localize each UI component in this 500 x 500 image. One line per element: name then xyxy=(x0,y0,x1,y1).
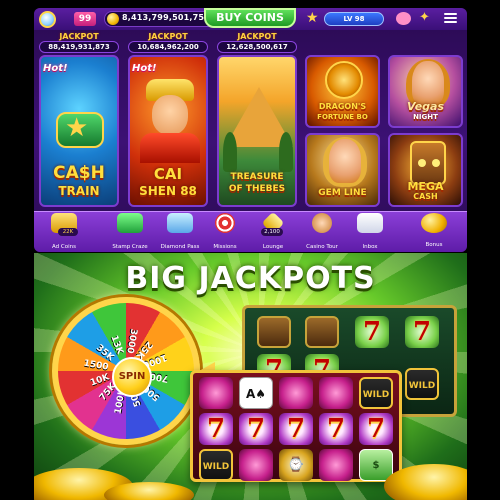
promo-banner: BIG JACKPOTS 100K 75K 10K 1500 35K 13K 3… xyxy=(34,253,467,500)
star-icon: ★ xyxy=(306,10,319,26)
game-title: GEM LINE xyxy=(318,188,367,198)
game-title: CAI xyxy=(153,165,183,183)
player-level-bar: LV 98 xyxy=(324,12,384,26)
game-title: Vegas xyxy=(406,100,445,113)
game-title: TREASURE xyxy=(230,172,284,182)
buy-coins-button[interactable]: BUY COINS xyxy=(204,8,296,28)
dragon-emblem xyxy=(325,61,363,99)
game-title: CA$H xyxy=(53,163,105,183)
game-subtitle: TRAIN xyxy=(58,184,100,198)
palm-graphic xyxy=(279,132,293,172)
hot-badge: Hot! xyxy=(43,63,68,74)
gem-symbol xyxy=(319,377,353,409)
slot-reels-front: A♠ WILD 7 7 7 7 7 WILD ⌚ $ xyxy=(190,370,402,482)
game-tile-vegas-night[interactable]: Vegas NIGHT xyxy=(388,55,463,128)
nav-label: Casino Tour xyxy=(306,244,338,250)
seven-symbol: 7 xyxy=(279,413,313,445)
diamond-pass-icon xyxy=(167,213,193,233)
gem-symbol xyxy=(199,377,233,409)
nav-item-casino-tour[interactable]: Casino Tour xyxy=(296,213,348,250)
game-subtitle: SHEN 88 xyxy=(139,184,197,198)
star-icon: ★ xyxy=(65,113,89,143)
nav-item-bonus[interactable]: Bonus xyxy=(414,242,454,248)
watch-symbol: ⌚ xyxy=(279,449,313,481)
jackpot-label: JACKPOT xyxy=(148,32,188,41)
game-tile-mega-cash[interactable]: MEGA CASH xyxy=(388,133,463,207)
nav-label: Lounge xyxy=(262,244,284,250)
game-subtitle: NIGHT xyxy=(413,113,438,121)
wild-symbol: WILD xyxy=(199,449,233,481)
jackpot-label: JACKPOT xyxy=(237,32,277,41)
palm-graphic xyxy=(223,132,237,172)
nav-item-stamp-craze[interactable]: Stamp Craze xyxy=(104,213,156,250)
game-tile-cai-shen[interactable]: Hot! CAI SHEN 88 xyxy=(128,55,208,207)
game-title: DRAGON'S xyxy=(318,102,367,111)
game-tile-dragons-fortune[interactable]: DRAGON'S FORTUNE BO xyxy=(305,55,380,128)
nav-label: Inbox xyxy=(362,244,378,250)
casino-host-icon xyxy=(312,213,332,233)
game-lobby-screenshot: 99 8,413,799,501,751 BUY COINS ★ LV 98 ✦… xyxy=(34,8,467,252)
coin-icon xyxy=(107,13,119,25)
nav-label: Stamp Craze xyxy=(112,244,148,250)
vip-level-badge: 99 xyxy=(74,12,96,26)
spin-button[interactable]: SPIN xyxy=(112,357,152,397)
lounge-count: 2,100 xyxy=(261,228,283,236)
game-tile-treasure-of-thebes[interactable]: TREASURE OF THEBES xyxy=(217,55,297,207)
game-tile-cash-train[interactable]: Hot! ★ CA$H TRAIN xyxy=(39,55,119,207)
seven-symbol: 7 xyxy=(199,413,233,445)
bonus-coins-icon[interactable] xyxy=(421,213,447,233)
gem-symbol xyxy=(239,449,273,481)
nav-item-inbox[interactable]: Inbox xyxy=(344,213,396,250)
target-icon xyxy=(215,213,235,233)
mask-symbol xyxy=(257,316,291,348)
coin-balance-value: 8,413,799,501,751 xyxy=(122,13,210,22)
gem-symbol xyxy=(319,449,353,481)
seven-symbol: 7 xyxy=(319,413,353,445)
nav-item-missions[interactable]: Missions xyxy=(199,213,251,250)
jackpot-label: JACKPOT xyxy=(59,32,99,41)
hot-badge: Hot! xyxy=(132,63,157,74)
seven-symbol: 7 xyxy=(405,316,439,348)
player-avatar[interactable] xyxy=(39,11,56,28)
envelope-icon xyxy=(357,213,383,233)
wild-symbol: WILD xyxy=(405,368,439,400)
jackpot-value: 88,419,931,873 xyxy=(39,41,119,53)
jackpot-value: 12,628,500,617 xyxy=(217,41,297,53)
seven-symbol: 7 xyxy=(239,413,273,445)
game-title: MEGA xyxy=(407,180,444,193)
gem-symbol xyxy=(279,377,313,409)
game-subtitle: FORTUNE BO xyxy=(317,113,368,121)
game-subtitle: CASH xyxy=(413,192,438,201)
jackpot-value: 10,684,962,200 xyxy=(128,41,208,53)
character-face xyxy=(329,139,361,183)
stamp-icon xyxy=(117,213,143,233)
character-face xyxy=(412,61,444,105)
nav-label: Ad Coins xyxy=(52,244,76,250)
notification-icon[interactable]: ✦ xyxy=(419,11,430,25)
top-bar: 99 8,413,799,501,751 BUY COINS ★ LV 98 ✦ xyxy=(34,8,467,30)
mask-symbol xyxy=(305,316,339,348)
promo-title: BIG JACKPOTS xyxy=(125,261,376,296)
god-robe-graphic xyxy=(140,133,200,163)
nav-label: Missions xyxy=(213,244,237,250)
tiki-mask-graphic xyxy=(410,141,446,185)
god-face-graphic xyxy=(152,95,188,135)
ad-coins-count: 22K xyxy=(58,228,78,236)
piggy-bank-icon[interactable] xyxy=(396,12,411,25)
tiki-eye xyxy=(418,159,426,167)
game-tile-gem-line[interactable]: GEM LINE xyxy=(305,133,380,207)
tiki-eye xyxy=(432,159,440,167)
wild-symbol: WILD xyxy=(359,377,393,409)
cards-symbol: A♠ xyxy=(239,377,273,409)
game-subtitle: OF THEBES xyxy=(228,184,286,194)
seven-symbol: 7 xyxy=(359,413,393,445)
seven-symbol: 7 xyxy=(355,316,389,348)
menu-icon[interactable] xyxy=(444,13,457,24)
